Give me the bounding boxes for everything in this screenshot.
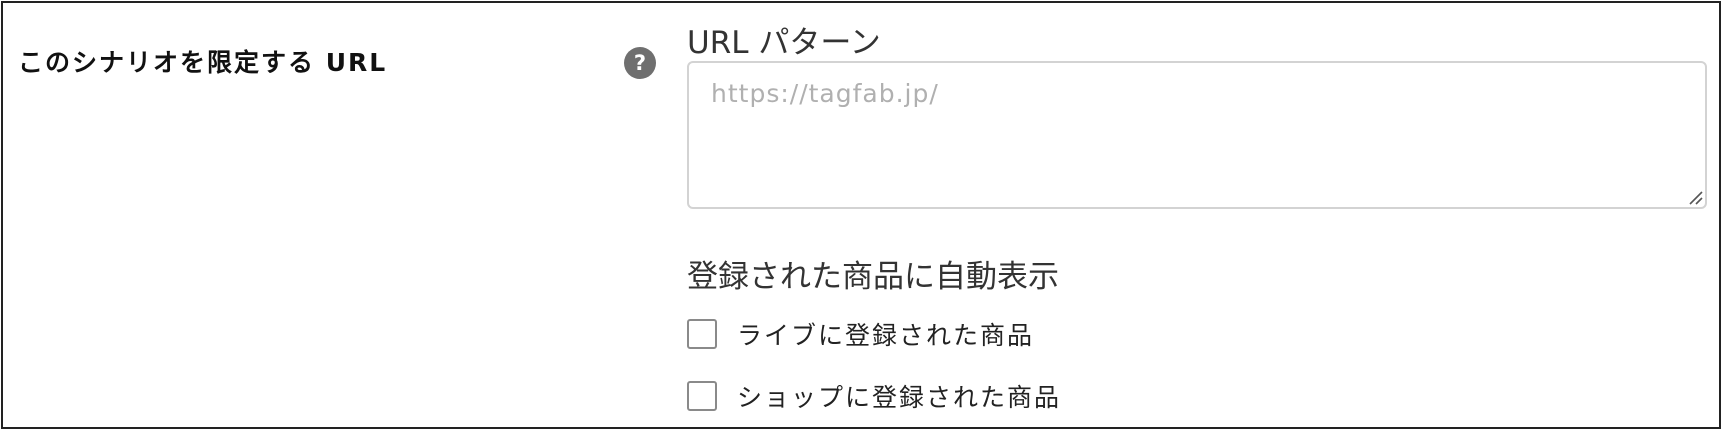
option-shop-products[interactable]: ショップに登録された商品 — [687, 378, 1061, 414]
option-live-products[interactable]: ライブに登録された商品 — [687, 316, 1034, 352]
url-pattern-textarea[interactable] — [689, 63, 1705, 207]
live-products-checkbox[interactable] — [687, 319, 717, 349]
auto-display-heading: 登録された商品に自動表示 — [687, 259, 1059, 295]
resize-handle-icon[interactable] — [1687, 189, 1703, 205]
question-circle-icon[interactable]: ? — [624, 47, 656, 79]
settings-row: このシナリオを限定する URL ? URL パターン 登録された商品に自動表示 … — [1, 1, 1721, 429]
row-label: このシナリオを限定する URL — [18, 48, 388, 77]
shop-products-label[interactable]: ショップに登録された商品 — [737, 378, 1061, 414]
shop-products-checkbox[interactable] — [687, 381, 717, 411]
live-products-label[interactable]: ライブに登録された商品 — [737, 316, 1034, 352]
url-pattern-field[interactable] — [687, 61, 1707, 209]
url-pattern-label: URL パターン — [687, 25, 881, 61]
